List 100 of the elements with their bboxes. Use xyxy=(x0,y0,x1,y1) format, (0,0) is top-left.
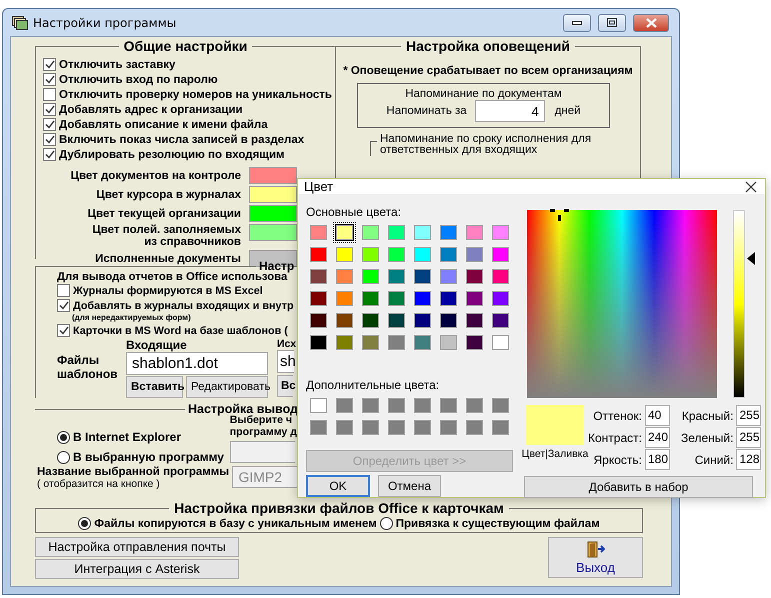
custom-color-swatch[interactable] xyxy=(414,420,431,435)
color-swatch[interactable] xyxy=(362,269,379,284)
luminance-pointer[interactable] xyxy=(747,252,755,264)
color-swatch[interactable] xyxy=(492,335,509,350)
radio-button[interactable] xyxy=(78,517,92,530)
exit-button[interactable]: Выход xyxy=(548,537,643,578)
color-swatch[interactable] xyxy=(466,313,483,328)
template-button[interactable]: Вс xyxy=(277,375,293,397)
custom-color-swatch[interactable] xyxy=(388,420,405,435)
color-swatch[interactable] xyxy=(414,335,431,350)
color-swatch[interactable] xyxy=(492,269,509,284)
color-swatch[interactable] xyxy=(249,205,297,222)
color-swatch[interactable] xyxy=(492,247,509,262)
color-swatch[interactable] xyxy=(310,291,327,306)
color-swatch[interactable] xyxy=(310,313,327,328)
radio-button[interactable] xyxy=(57,430,70,444)
color-swatch[interactable] xyxy=(388,313,405,328)
color-swatch[interactable] xyxy=(249,224,297,241)
checkbox[interactable] xyxy=(43,118,56,131)
color-swatch[interactable] xyxy=(388,269,405,284)
checkbox[interactable] xyxy=(43,103,56,116)
custom-color-swatch[interactable] xyxy=(310,398,327,413)
color-swatch[interactable] xyxy=(249,186,297,203)
color-swatch[interactable] xyxy=(492,225,509,240)
checkbox[interactable] xyxy=(43,73,56,86)
color-swatch[interactable] xyxy=(440,313,457,328)
custom-color-swatch[interactable] xyxy=(310,420,327,435)
checkbox[interactable] xyxy=(43,133,56,146)
checkbox[interactable] xyxy=(57,299,70,312)
color-swatch[interactable] xyxy=(336,225,353,240)
radio-button[interactable] xyxy=(57,450,70,464)
add-to-custom-button[interactable]: Добавить в набор xyxy=(524,476,753,498)
color-swatch[interactable] xyxy=(336,269,353,284)
color-swatch[interactable] xyxy=(440,225,457,240)
custom-color-swatch[interactable] xyxy=(440,420,457,435)
custom-color-swatch[interactable] xyxy=(492,398,509,413)
value-field[interactable]: 128 xyxy=(736,449,762,470)
color-swatch[interactable] xyxy=(388,291,405,306)
program-field[interactable] xyxy=(230,441,295,463)
close-button[interactable] xyxy=(633,14,669,32)
value-field[interactable]: 255 xyxy=(736,405,762,426)
color-swatch[interactable] xyxy=(362,291,379,306)
template-button[interactable]: Редактировать xyxy=(186,376,268,398)
value-field[interactable]: 180 xyxy=(644,449,670,470)
color-swatch[interactable] xyxy=(249,167,297,184)
color-swatch[interactable] xyxy=(440,247,457,262)
color-swatch[interactable] xyxy=(362,247,379,262)
template-field[interactable]: sh xyxy=(277,350,294,373)
custom-color-swatch[interactable] xyxy=(388,398,405,413)
template-field[interactable]: shablon1.dot xyxy=(126,352,268,375)
color-swatch[interactable] xyxy=(362,313,379,328)
color-swatch[interactable] xyxy=(414,269,431,284)
close-icon[interactable] xyxy=(745,180,757,192)
radio-button[interactable] xyxy=(380,517,393,530)
color-swatch[interactable] xyxy=(466,225,483,240)
days-field[interactable]: 4 xyxy=(474,100,545,122)
color-swatch[interactable] xyxy=(362,225,379,240)
custom-color-swatch[interactable] xyxy=(466,398,483,413)
color-swatch[interactable] xyxy=(336,247,353,262)
maximize-button[interactable] xyxy=(598,14,626,32)
value-field[interactable]: 40 xyxy=(644,405,670,426)
action-button[interactable]: Интеграция с Asterisk xyxy=(35,559,239,579)
color-swatch[interactable] xyxy=(336,291,353,306)
color-swatch[interactable] xyxy=(388,247,405,262)
color-swatch[interactable] xyxy=(310,269,327,284)
minimize-button[interactable] xyxy=(563,14,591,32)
custom-color-swatch[interactable] xyxy=(414,398,431,413)
action-button[interactable]: Настройка отправления почты xyxy=(35,537,239,557)
color-swatch[interactable] xyxy=(414,247,431,262)
checkbox[interactable] xyxy=(43,148,56,161)
template-button[interactable]: Вставить xyxy=(126,376,183,398)
color-swatch[interactable] xyxy=(440,269,457,284)
color-spectrum[interactable] xyxy=(527,210,717,398)
custom-color-swatch[interactable] xyxy=(440,398,457,413)
custom-color-swatch[interactable] xyxy=(362,398,379,413)
color-swatch[interactable] xyxy=(466,335,483,350)
value-field[interactable]: 240 xyxy=(644,427,670,448)
ok-button[interactable]: OK xyxy=(306,475,370,497)
color-swatch[interactable] xyxy=(414,225,431,240)
color-swatch[interactable] xyxy=(492,291,509,306)
color-swatch[interactable] xyxy=(466,269,483,284)
color-swatch[interactable] xyxy=(388,225,405,240)
color-swatch[interactable] xyxy=(440,291,457,306)
checkbox[interactable] xyxy=(43,88,56,101)
color-swatch[interactable] xyxy=(388,335,405,350)
color-swatch[interactable] xyxy=(336,313,353,328)
custom-color-swatch[interactable] xyxy=(362,420,379,435)
custom-color-swatch[interactable] xyxy=(492,420,509,435)
custom-color-swatch[interactable] xyxy=(336,420,353,435)
color-swatch[interactable] xyxy=(414,313,431,328)
checkbox[interactable] xyxy=(57,324,70,337)
color-swatch[interactable] xyxy=(362,335,379,350)
color-swatch[interactable] xyxy=(336,335,353,350)
custom-color-swatch[interactable] xyxy=(466,420,483,435)
value-field[interactable]: 255 xyxy=(736,427,762,448)
color-swatch[interactable] xyxy=(466,247,483,262)
color-swatch[interactable] xyxy=(492,313,509,328)
custom-color-swatch[interactable] xyxy=(336,398,353,413)
cancel-button[interactable]: Отмена xyxy=(378,475,441,497)
color-swatch[interactable] xyxy=(310,335,327,350)
